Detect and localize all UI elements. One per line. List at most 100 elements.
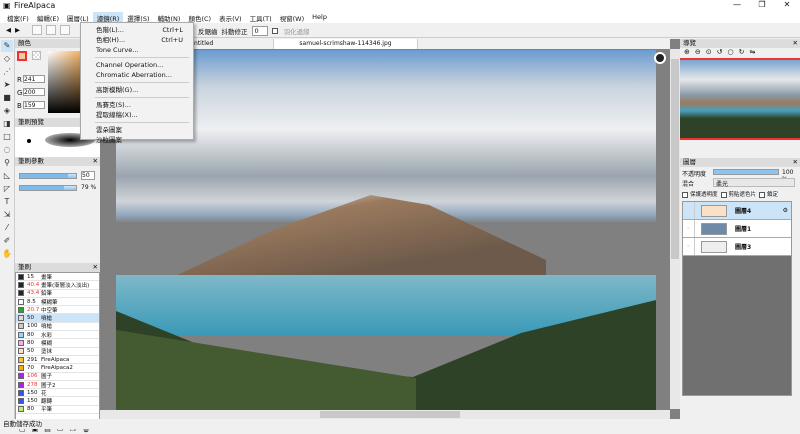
close-icon[interactable]: ✕ (93, 263, 98, 272)
visibility-empty[interactable] (683, 202, 695, 219)
pen-tool-icon[interactable]: ✎ (1, 40, 13, 52)
antialias-label[interactable]: 反鋸齒 (198, 26, 218, 36)
brush-item[interactable]: 150 花 (16, 389, 99, 398)
flip-icon[interactable]: ⇋ (749, 48, 755, 58)
hand-tool-icon[interactable]: ✋ (1, 248, 13, 260)
eye-icon[interactable]: ◦ (683, 238, 695, 255)
layer-item[interactable]: 圖層4 ⚙ (683, 202, 791, 220)
select-mode-icon[interactable] (46, 25, 56, 35)
rotate-right-icon[interactable]: ↻ (739, 48, 745, 58)
brush-item[interactable]: 50 噴槍 (16, 314, 99, 323)
filter-menu-item[interactable]: 高斯模糊(G)... (81, 85, 193, 95)
brush-size: 50 (27, 315, 34, 322)
menu-item[interactable]: 視窗(W) (276, 12, 309, 23)
menu-item[interactable]: 表示(V) (215, 12, 246, 23)
minimize-button[interactable]: — (725, 0, 749, 9)
rotate-left-icon[interactable]: ↺ (717, 48, 723, 58)
filter-menu-item[interactable]: 雲朵圖案 (81, 125, 193, 135)
close-icon[interactable]: ✕ (793, 39, 798, 48)
menu-item-label: Chromatic Aberration... (96, 71, 172, 79)
maximize-button[interactable]: ❐ (750, 0, 774, 9)
brush-size-slider[interactable] (19, 173, 77, 179)
stabilizer-select[interactable]: 0 (251, 25, 268, 36)
brush-item[interactable]: 100 噴槍 (16, 323, 99, 332)
filter-menu-item[interactable]: Tone Curve... (81, 45, 193, 55)
bucket-tool-icon[interactable]: ◈ (1, 105, 13, 117)
g-input[interactable]: 200 (23, 88, 45, 96)
brush-icon[interactable]: ✐ (1, 235, 13, 247)
brush-item[interactable]: 80 平筆 (16, 406, 99, 415)
move-tool-icon[interactable]: ➤ (1, 79, 13, 91)
r-input[interactable]: 241 (23, 75, 45, 83)
select-mode-icon[interactable] (32, 25, 42, 35)
vertical-scrollbar[interactable] (670, 49, 680, 409)
magic-wand-icon[interactable]: ⚲ (1, 157, 13, 169)
brush-item[interactable]: 106 圖子 (16, 373, 99, 381)
filter-menu-item[interactable]: 色階(L)... Ctrl+L (81, 25, 193, 35)
document-tab[interactable]: samuel-scrimshaw-114346.jpg (274, 39, 418, 49)
layer-item[interactable]: ◦ 圖層3 (683, 238, 791, 256)
undo-icon[interactable]: ◀ (6, 26, 11, 34)
brush-size-input[interactable]: 50 (81, 171, 95, 180)
horizontal-scrollbar[interactable] (100, 410, 670, 419)
fill-tool-icon[interactable]: ■ (1, 92, 13, 104)
menu-item[interactable]: 工具(T) (246, 12, 276, 23)
zoom-out-icon[interactable]: ⊖ (695, 48, 701, 58)
rotate-reset-icon[interactable]: ○ (728, 48, 734, 58)
operation-tool-icon[interactable]: ⇲ (1, 209, 13, 221)
eyedropper-icon[interactable]: ⁄ (1, 222, 13, 234)
color-panel-title: 顏色 (18, 39, 31, 47)
brush-item[interactable]: 80 水彩 (16, 331, 99, 340)
alpaca-icon[interactable] (654, 52, 666, 64)
canvas-image[interactable] (116, 50, 656, 410)
clipping-checkbox[interactable]: 剪貼遮色片 (720, 190, 756, 199)
lasso-tool-icon[interactable]: ◌ (1, 144, 13, 156)
brush-item[interactable]: 80 模糊 (16, 339, 99, 348)
layer-opacity-slider[interactable] (713, 169, 779, 175)
brush-item[interactable]: 291 FireAlpaca (16, 356, 99, 365)
grid-icon[interactable] (60, 25, 70, 35)
feather-checkbox[interactable] (271, 27, 278, 34)
close-icon[interactable]: ✕ (93, 157, 98, 166)
menu-item[interactable]: 檔案(F) (3, 12, 33, 23)
brush-item[interactable]: 40.4 畫筆(漸層淡入淡出) (16, 281, 99, 290)
close-icon[interactable]: ✕ (793, 158, 798, 167)
brush-item[interactable]: 70 FireAlpaca2 (16, 364, 99, 373)
brush-item[interactable]: 150 翻轉 (16, 397, 99, 406)
zoom-reset-icon[interactable]: ⊙ (706, 48, 712, 58)
filter-menu-item[interactable]: 色相(H)... Ctrl+U (81, 35, 193, 45)
foreground-color[interactable] (17, 51, 27, 61)
brush-item[interactable]: 20.7 中空筆 (16, 306, 99, 315)
blend-select[interactable]: 柔光 (713, 178, 795, 188)
eraser-tool-icon[interactable]: ◇ (1, 53, 13, 65)
select-eraser-icon[interactable]: ◸ (1, 183, 13, 195)
navigator-preview[interactable] (680, 58, 800, 140)
gear-icon[interactable]: ⚙ (783, 207, 788, 214)
filter-menu-item[interactable]: 馬賽克(S)... (81, 100, 193, 110)
brush-item[interactable]: 278 圖子2 (16, 381, 99, 390)
eye-icon[interactable]: ◦ (683, 220, 695, 237)
brush-color-swatch (18, 356, 24, 363)
blend-label: 混合 (682, 181, 695, 188)
lock-checkbox[interactable]: 鎖定 (759, 190, 778, 199)
transparent-color[interactable] (32, 51, 41, 60)
brush-opacity-slider[interactable] (19, 185, 77, 191)
layer-item[interactable]: ◦ 圖層1 (683, 220, 791, 238)
text-tool-icon[interactable]: T (1, 196, 13, 208)
filter-menu-item[interactable]: Channel Operation... (81, 60, 193, 70)
brush-item[interactable]: 50 塗抹 (16, 348, 99, 356)
select-tool-icon[interactable]: □ (1, 131, 13, 143)
filter-menu-item[interactable]: 提取線稿(X)... (81, 110, 193, 120)
menu-item[interactable]: 編輯(E) (33, 12, 63, 23)
b-input[interactable]: 159 (23, 101, 45, 109)
zoom-in-icon[interactable]: ⊕ (684, 48, 690, 58)
select-pen-icon[interactable]: ◺ (1, 170, 13, 182)
filter-menu-item[interactable]: 沙粒圖案 (81, 135, 193, 145)
protect-alpha-checkbox[interactable]: 保護透明度 (682, 190, 718, 199)
filter-menu-item[interactable]: Chromatic Aberration... (81, 70, 193, 80)
close-button[interactable]: ✕ (775, 0, 799, 9)
redo-icon[interactable]: ▶ (15, 26, 20, 34)
gradient-tool-icon[interactable]: ◨ (1, 118, 13, 130)
menu-item[interactable]: Help (308, 12, 331, 23)
dot-tool-icon[interactable]: ⋰ (1, 66, 13, 78)
